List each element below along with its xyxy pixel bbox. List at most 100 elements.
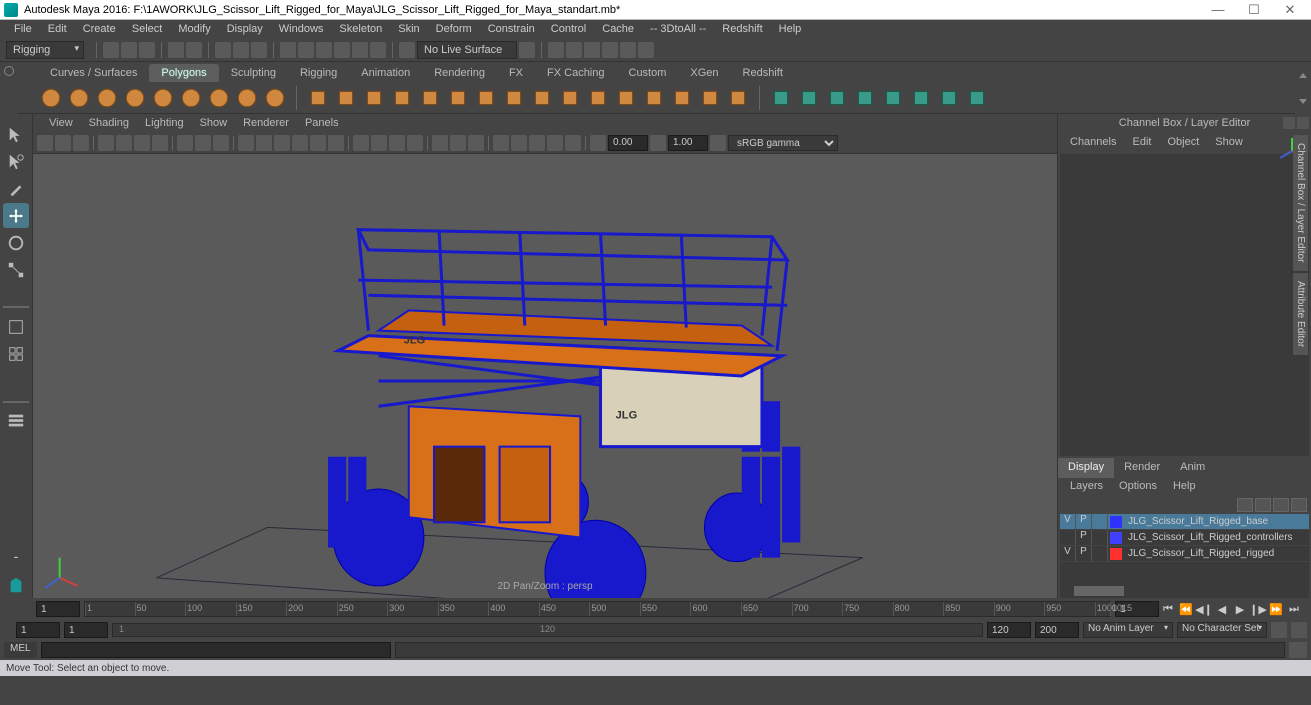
file-open-icon[interactable] [121,42,137,58]
file-save-icon[interactable] [139,42,155,58]
tool-extrude-icon[interactable] [445,85,471,111]
shading-icon3[interactable] [274,135,290,151]
layer-visible-toggle[interactable] [1060,530,1076,545]
shading-icon4[interactable] [292,135,308,151]
layer-new-empty-icon[interactable] [1273,498,1289,512]
tool-bool-union-icon[interactable] [768,85,794,111]
layer-color-swatch[interactable] [1110,548,1122,560]
shading-icon2[interactable] [256,135,272,151]
range-end-outer[interactable] [1035,622,1079,638]
xray-icon1[interactable] [493,135,509,151]
render-icon5[interactable] [620,42,636,58]
side-tab-attribute-editor[interactable]: Attribute Editor [1293,273,1308,355]
poly-plane-icon[interactable] [150,85,176,111]
layout-single[interactable] [3,314,29,339]
shelf-tab-polygons[interactable]: Polygons [149,64,218,82]
light-icon2[interactable] [371,135,387,151]
tool-soccer-icon[interactable] [333,85,359,111]
gamma-field[interactable] [668,135,708,151]
layer-playback-toggle[interactable]: P [1076,530,1092,545]
range-track[interactable]: 1 120 [112,623,983,637]
tool-snap-icon[interactable] [880,85,906,111]
select-tool[interactable] [3,122,29,147]
layout-l1[interactable] [3,369,16,395]
tool-mirror-icon[interactable] [641,85,667,111]
channel-menu-show[interactable]: Show [1207,134,1251,150]
poly-cube-icon[interactable] [66,85,92,111]
rotate-tool[interactable] [3,230,29,255]
shelf-tab-curves-surfaces[interactable]: Curves / Surfaces [38,64,149,82]
autokey-icon[interactable] [1271,622,1287,638]
menu-cache[interactable]: Cache [594,21,642,37]
undo-icon[interactable] [168,42,184,58]
tool-type-icon[interactable] [361,85,387,111]
color-transform-select[interactable]: sRGB gamma [728,135,838,151]
time-ruler[interactable]: 1501001502002503003504004505005506006507… [84,601,1111,617]
exposure-field[interactable] [608,135,648,151]
isolate-icon1[interactable] [432,135,448,151]
workspace-selector[interactable]: Rigging [6,41,84,59]
paint-tool[interactable] [3,176,29,201]
menu-constrain[interactable]: Constrain [480,21,543,37]
shelf-tab-animation[interactable]: Animation [349,64,422,82]
tool-sculpt-icon[interactable] [669,85,695,111]
script-editor-icon[interactable] [1289,642,1307,658]
layer-menu-help[interactable]: Help [1165,478,1204,496]
layer-new-selected-icon[interactable] [1291,498,1307,512]
poly-pyramid-icon[interactable] [234,85,260,111]
shading-icon5[interactable] [310,135,326,151]
shelf-tab-custom[interactable]: Custom [617,64,679,82]
render-view-icon[interactable] [3,517,29,542]
tool-quad-draw-icon[interactable] [697,85,723,111]
tool-platonic-icon[interactable] [305,85,331,111]
isolate-icon2[interactable] [450,135,466,151]
dope-sheet-icon[interactable] [3,463,29,488]
layer-tab-display[interactable]: Display [1058,458,1114,478]
poly-pipe-icon[interactable] [262,85,288,111]
expose-icon[interactable] [590,135,606,151]
shelf-scroll-down[interactable] [1299,99,1307,104]
panel-menu-shading[interactable]: Shading [81,115,137,131]
outliner-icon[interactable] [3,409,29,434]
shelf-tab-fx-caching[interactable]: FX Caching [535,64,616,82]
menu-select[interactable]: Select [124,21,171,37]
camera-icon3[interactable] [73,135,89,151]
light-icon4[interactable] [407,135,423,151]
menu-skin[interactable]: Skin [390,21,427,37]
select-icon3[interactable] [251,42,267,58]
menu-windows[interactable]: Windows [271,21,332,37]
layer-ref-toggle[interactable] [1092,514,1108,529]
tool-multicut-icon[interactable] [529,85,555,111]
menu-control[interactable]: Control [543,21,594,37]
command-input[interactable] [41,642,391,658]
tool-center-icon[interactable] [852,85,878,111]
select-icon2[interactable] [233,42,249,58]
channel-menu-channels[interactable]: Channels [1062,134,1124,150]
shelf-tab-sculpting[interactable]: Sculpting [219,64,288,82]
camera-select-icon[interactable] [37,135,53,151]
shelf-tab-redshift[interactable]: Redshift [731,64,795,82]
camera-icon2[interactable] [55,135,71,151]
layer-playback-toggle[interactable]: P [1076,546,1092,561]
character-set-select[interactable]: No Character Set [1177,622,1267,638]
hypershade-icon[interactable] [3,490,29,515]
rp-close-icon[interactable] [1297,117,1309,129]
menu-edit[interactable]: Edit [40,21,75,37]
play-back-icon[interactable]: ◀ [1213,601,1231,617]
view-icon2[interactable] [116,135,132,151]
script-lang-label[interactable]: MEL [4,642,37,658]
panel-menu-renderer[interactable]: Renderer [235,115,297,131]
shading-icon1[interactable] [238,135,254,151]
rp-pin-icon[interactable] [1283,117,1295,129]
menu-display[interactable]: Display [219,21,271,37]
panel-menu-lighting[interactable]: Lighting [137,115,192,131]
viewport-canvas[interactable]: JLG JLG [33,154,1057,598]
film-gate-icon[interactable] [195,135,211,151]
live-icon2[interactable] [519,42,535,58]
snap-icon3[interactable] [316,42,332,58]
render-icon6[interactable] [638,42,654,58]
layer-visible-toggle[interactable]: V [1060,514,1076,529]
menu-create[interactable]: Create [75,21,124,37]
panel-menu-view[interactable]: View [41,115,81,131]
poly-cylinder-icon[interactable] [94,85,120,111]
